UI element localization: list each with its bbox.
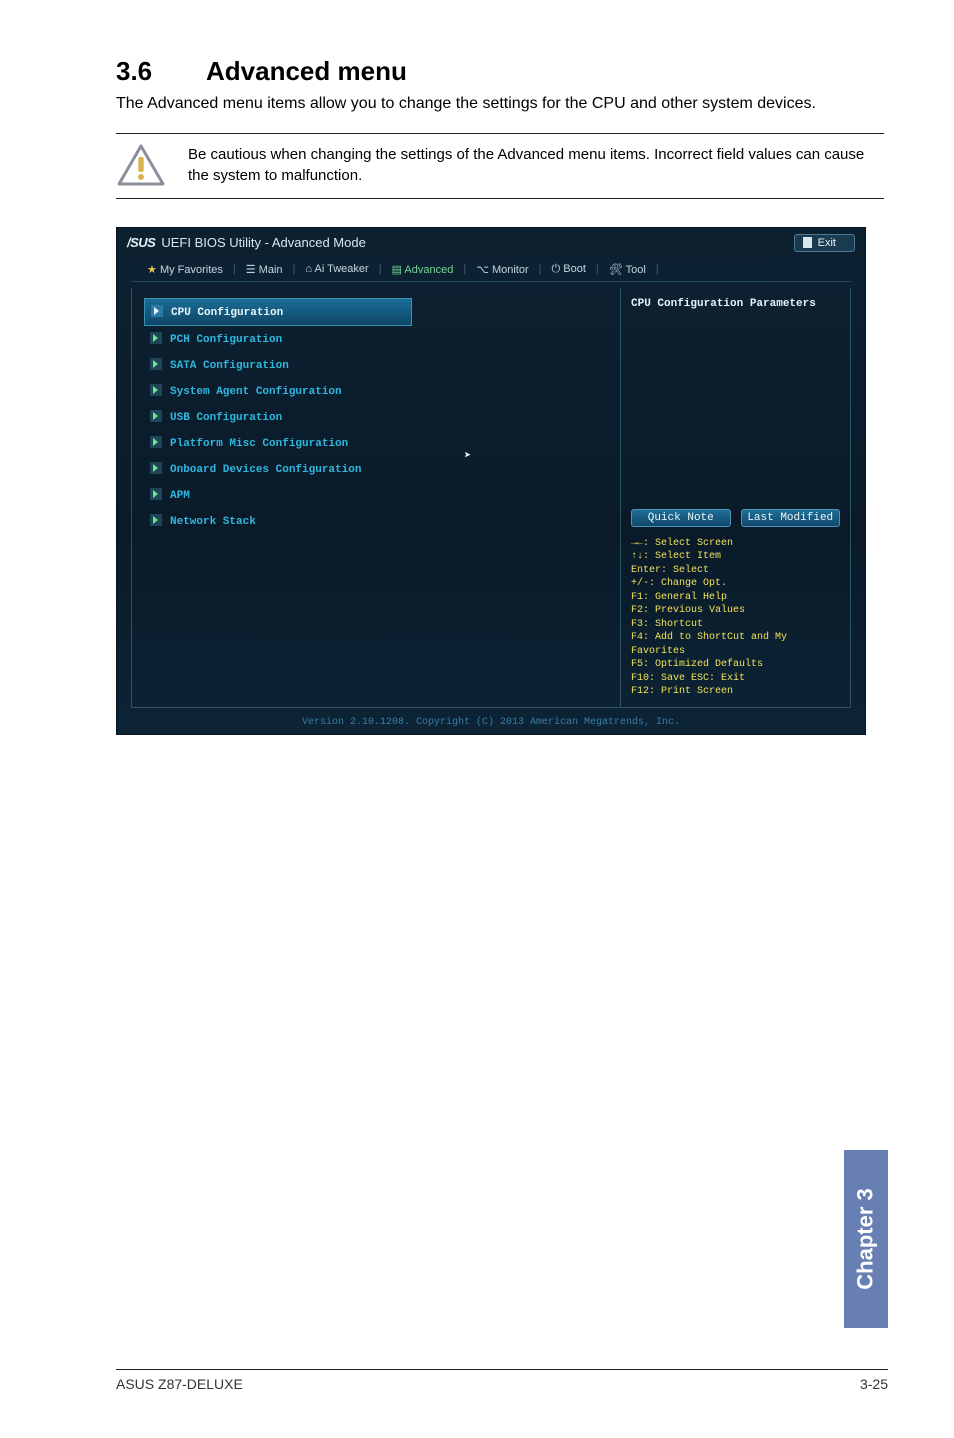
caution-text: Be cautious when changing the settings o…	[188, 145, 884, 186]
page-footer: ASUS Z87-DELUXE 3-25	[116, 1369, 888, 1392]
tab-my-favorites[interactable]: ★ My Favorites	[147, 263, 223, 276]
section-number: 3.6	[116, 56, 206, 87]
menu-sata-configuration[interactable]: SATA Configuration	[132, 352, 620, 378]
intro-paragraph: The Advanced menu items allow you to cha…	[116, 93, 884, 115]
help-key-list: →←: Select Screen ↑↓: Select Item Enter:…	[631, 537, 840, 699]
menu-platform-misc-configuration[interactable]: Platform Misc Configuration	[132, 430, 620, 456]
exit-label: Exit	[818, 237, 836, 249]
asus-logo: /SUS	[127, 235, 155, 250]
last-modified-button[interactable]: Last Modified	[741, 509, 841, 527]
bios-screenshot: /SUS UEFI BIOS Utility - Advanced Mode E…	[116, 227, 866, 735]
menu-apm[interactable]: APM	[132, 482, 620, 508]
section-heading: 3.6Advanced menu	[116, 56, 884, 87]
menu-onboard-devices-configuration[interactable]: Onboard Devices Configuration	[132, 456, 620, 482]
tab-advanced[interactable]: ▤ Advanced	[392, 263, 454, 276]
chevron-right-icon	[150, 436, 162, 448]
chevron-right-icon	[150, 358, 162, 370]
footer-page-number: 3-25	[860, 1376, 888, 1392]
menu-usb-configuration[interactable]: USB Configuration	[132, 404, 620, 430]
chevron-right-icon	[150, 514, 162, 526]
tab-main[interactable]: ☰ Main	[246, 263, 283, 276]
bios-tab-bar: ★ My Favorites| ☰ Main| ⌂ Ai Tweaker| ▤ …	[131, 258, 851, 282]
chevron-right-icon	[150, 410, 162, 422]
tab-boot[interactable]: ⏻ Boot	[551, 263, 585, 276]
menu-pch-configuration[interactable]: PCH Configuration	[132, 326, 620, 352]
bios-version-footer: Version 2.10.1208. Copyright (C) 2013 Am…	[117, 717, 865, 728]
right-panel-title: CPU Configuration Parameters	[631, 298, 840, 310]
bios-window-title: UEFI BIOS Utility - Advanced Mode	[161, 235, 365, 250]
menu-system-agent-configuration[interactable]: System Agent Configuration	[132, 378, 620, 404]
tab-tool[interactable]: 🛠 Tool	[609, 263, 646, 276]
bios-menu-list: CPU Configuration PCH Configuration SATA…	[132, 288, 620, 707]
chevron-right-icon	[150, 332, 162, 344]
quick-note-button[interactable]: Quick Note	[631, 509, 731, 527]
chevron-right-icon	[150, 462, 162, 474]
section-title-text: Advanced menu	[206, 56, 407, 86]
chevron-right-icon	[150, 384, 162, 396]
tab-monitor[interactable]: ⌥ Monitor	[476, 263, 528, 276]
chevron-right-icon	[151, 305, 163, 317]
bios-right-panel: CPU Configuration Parameters Quick Note …	[620, 288, 850, 707]
mouse-cursor-icon: ➤	[464, 448, 471, 463]
chapter-side-tab: Chapter 3	[844, 1150, 888, 1328]
exit-icon	[803, 237, 812, 248]
star-icon: ★	[147, 264, 157, 276]
menu-cpu-configuration[interactable]: CPU Configuration	[144, 298, 412, 326]
bios-titlebar: /SUS UEFI BIOS Utility - Advanced Mode E…	[117, 228, 865, 258]
menu-network-stack[interactable]: Network Stack	[132, 508, 620, 534]
footer-product: ASUS Z87-DELUXE	[116, 1376, 243, 1392]
chevron-right-icon	[150, 488, 162, 500]
caution-icon	[116, 144, 166, 188]
caution-block: Be cautious when changing the settings o…	[116, 133, 884, 199]
exit-button[interactable]: Exit	[794, 234, 855, 252]
tab-ai-tweaker[interactable]: ⌂ Ai Tweaker	[305, 263, 368, 275]
